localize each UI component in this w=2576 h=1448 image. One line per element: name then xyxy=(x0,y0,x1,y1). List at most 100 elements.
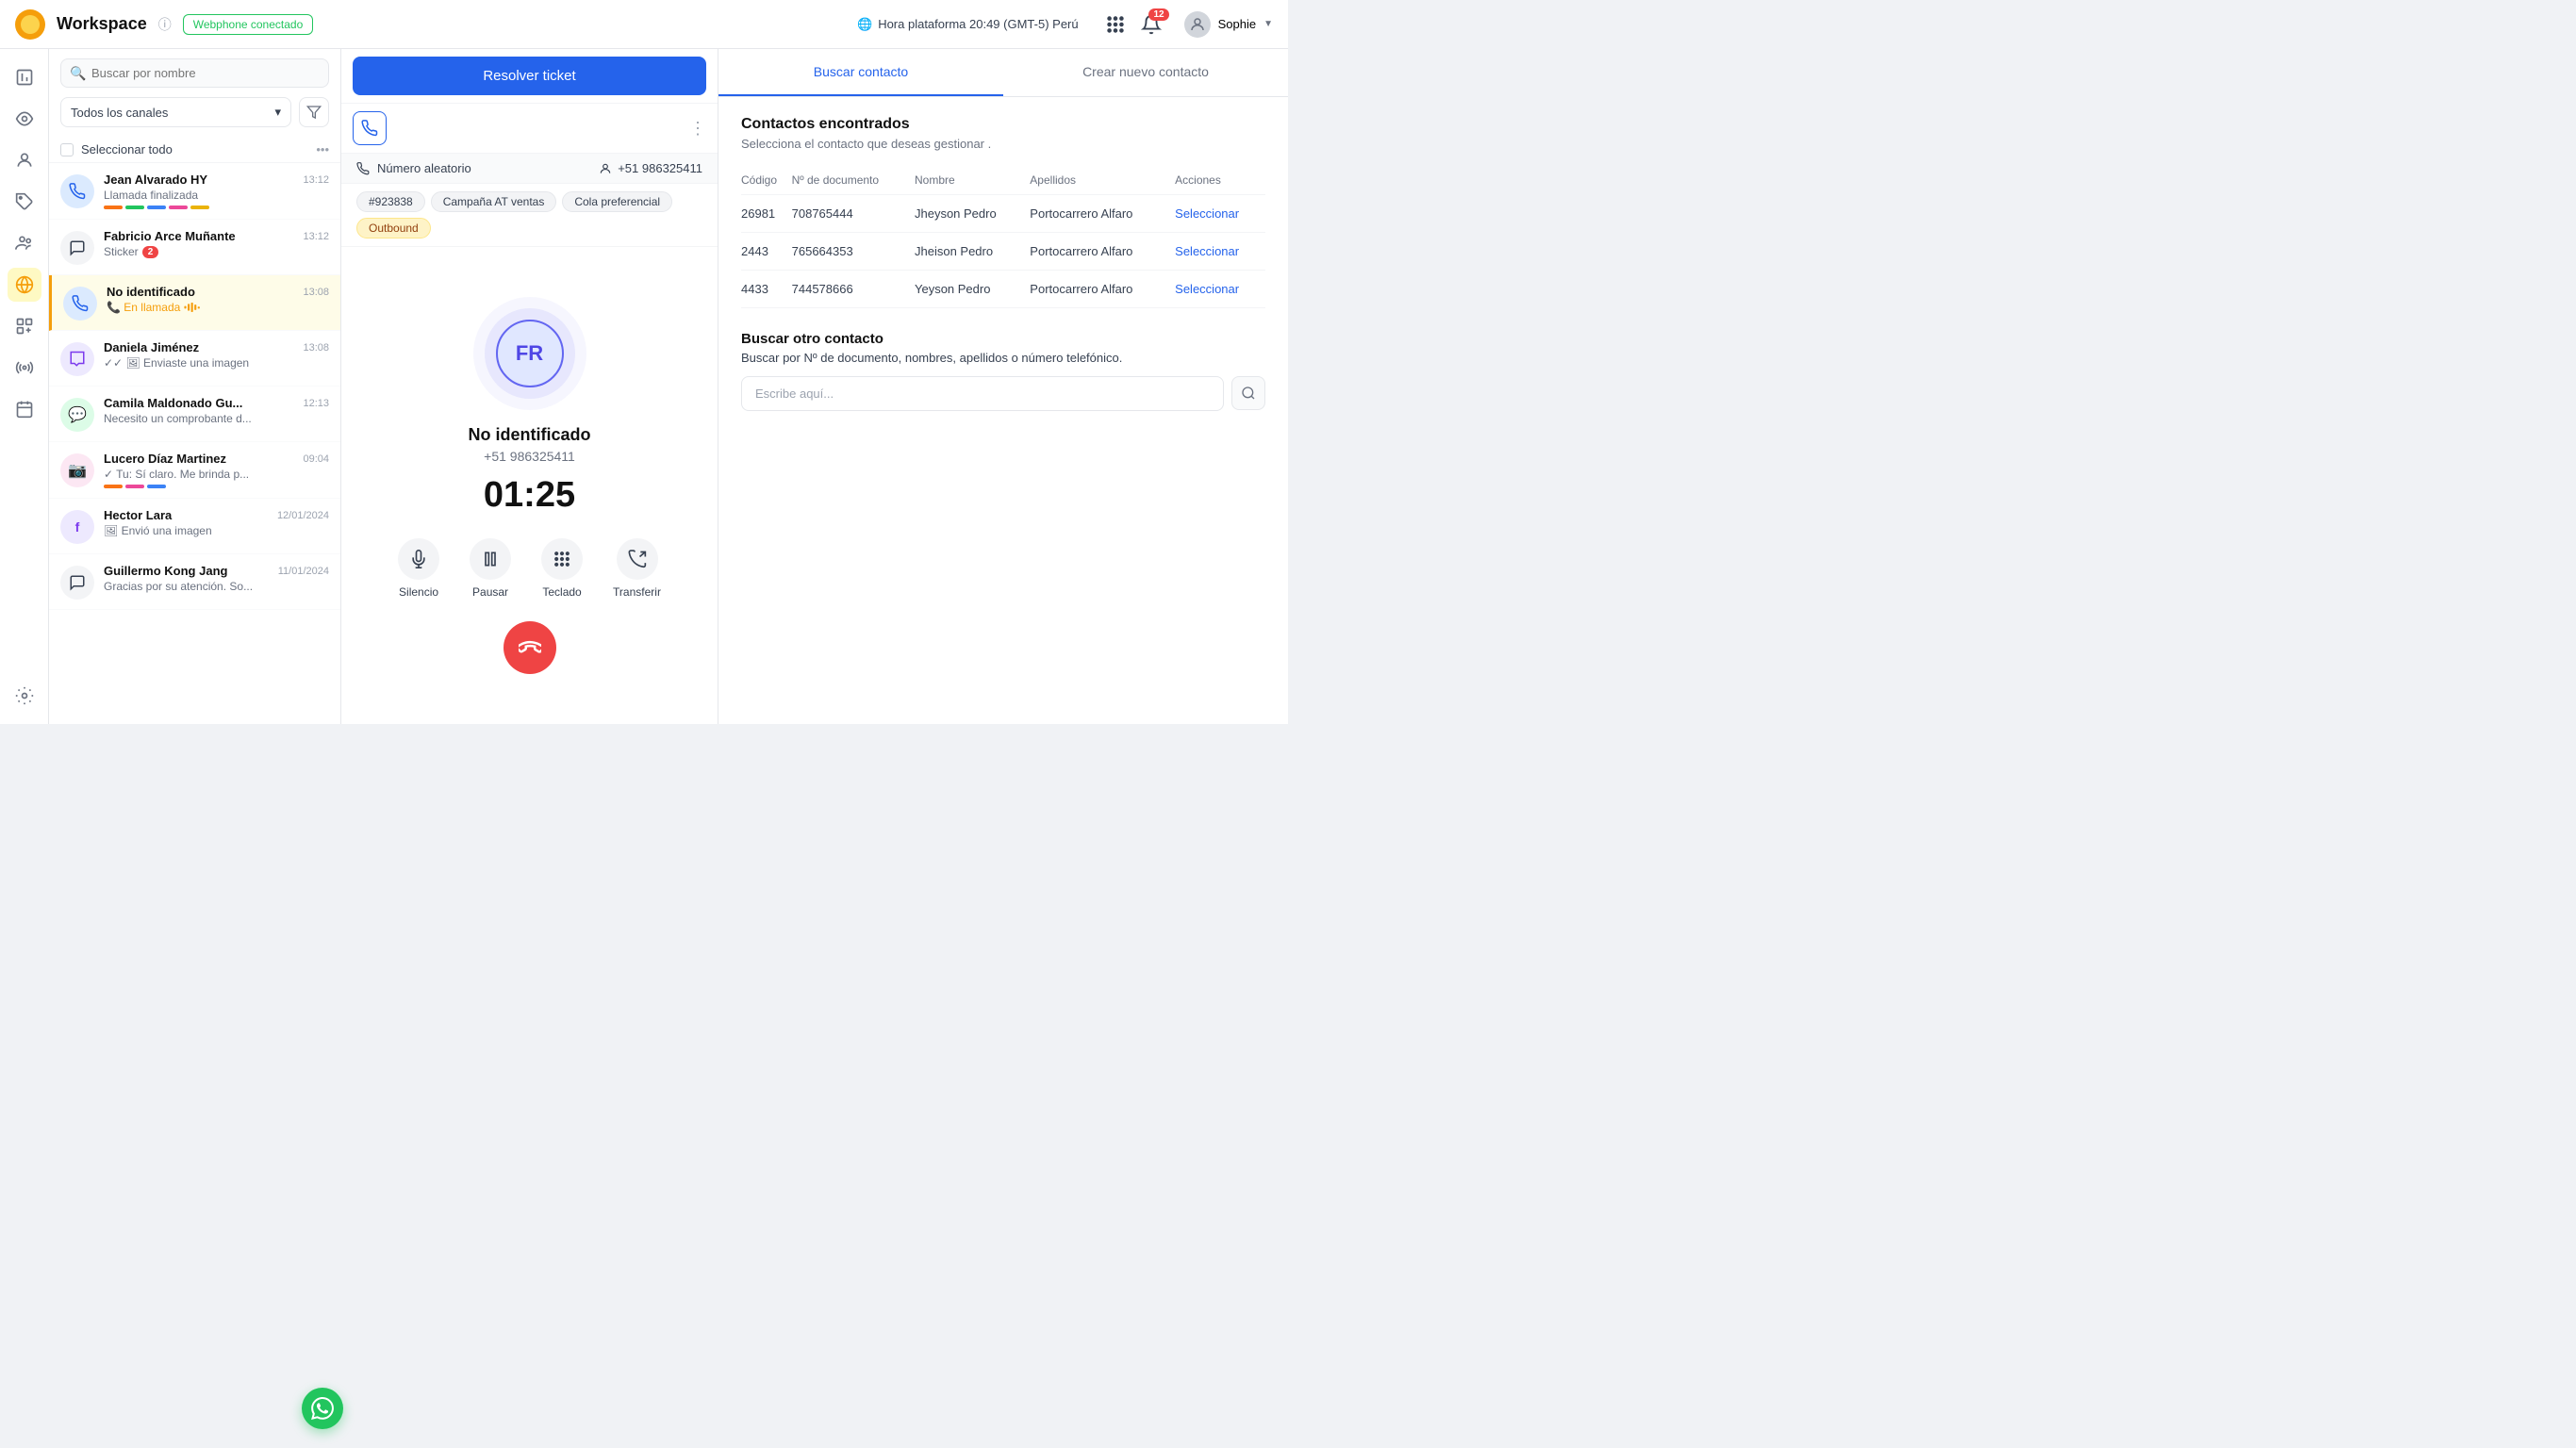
caller-number: +51 986325411 xyxy=(484,449,575,464)
dialpad-button[interactable] xyxy=(1105,14,1126,35)
avatar xyxy=(60,342,94,376)
contact-time: 11/01/2024 xyxy=(278,566,329,577)
sidebar-item-tags[interactable] xyxy=(8,185,41,219)
tab-create-contact[interactable]: Crear nuevo contacto xyxy=(1003,49,1288,96)
table-row: 2443 765664353 Jheison Pedro Portocarrer… xyxy=(741,233,1265,271)
contacts-found-title: Contactos encontrados xyxy=(741,116,1265,133)
call-main: FR No identificado +51 986325411 01:25 S… xyxy=(341,247,718,724)
right-content: Contactos encontrados Selecciona el cont… xyxy=(718,97,1288,724)
list-item[interactable]: Guillermo Kong Jang 11/01/2024 Gracias p… xyxy=(49,554,340,610)
select-contact-button[interactable]: Seleccionar xyxy=(1175,206,1239,221)
select-contact-button[interactable]: Seleccionar xyxy=(1175,282,1239,296)
sidebar-item-view[interactable] xyxy=(8,102,41,136)
list-item[interactable]: Fabricio Arce Muñante 13:12 Sticker 2 xyxy=(49,220,340,275)
avatar xyxy=(60,231,94,265)
resolve-ticket-button[interactable]: Resolver ticket xyxy=(353,57,706,95)
mute-icon xyxy=(398,538,439,580)
list-item[interactable]: f Hector Lara 12/01/2024 🖼 Envió una ima… xyxy=(49,499,340,554)
cell-action[interactable]: Seleccionar xyxy=(1175,195,1265,233)
sidebar-item-contacts[interactable] xyxy=(8,143,41,177)
search-submit-button[interactable] xyxy=(1231,376,1265,410)
contact-time: 13:08 xyxy=(303,287,329,298)
call-phone-number: +51 986325411 xyxy=(599,161,702,175)
chevron-down-icon: ▾ xyxy=(274,105,281,120)
phone-call-button[interactable] xyxy=(353,111,387,145)
list-item[interactable]: Jean Alvarado HY 13:12 Llamada finalizad… xyxy=(49,163,340,220)
right-panel-tabs: Buscar contacto Crear nuevo contacto xyxy=(718,49,1288,97)
col-header-surnames: Apellidos xyxy=(1030,166,1175,195)
channel-filter-select[interactable]: Todos los canales ▾ xyxy=(60,97,291,127)
tab-search-contact[interactable]: Buscar contacto xyxy=(718,49,1003,96)
pause-label: Pausar xyxy=(472,585,508,599)
contact-time: 13:12 xyxy=(303,174,329,186)
table-row: 26981 708765444 Jheyson Pedro Portocarre… xyxy=(741,195,1265,233)
contact-name: No identificado xyxy=(107,285,195,299)
call-tag-id: #923838 xyxy=(356,191,425,212)
pause-button[interactable]: Pausar xyxy=(470,538,511,599)
topbar: Workspace ⓘ Webphone conectado 🌐 Hora pl… xyxy=(0,0,1288,49)
col-header-name: Nombre xyxy=(915,166,1030,195)
contact-name: Fabricio Arce Muñante xyxy=(104,229,236,243)
cell-action[interactable]: Seleccionar xyxy=(1175,233,1265,271)
sidebar-item-workspace[interactable] xyxy=(8,268,41,302)
list-item[interactable]: No identificado 13:08 📞 En llamada xyxy=(49,275,340,331)
call-timer: 01:25 xyxy=(484,475,575,516)
avatar: 📷 xyxy=(60,453,94,487)
call-panel-header: Resolver ticket xyxy=(341,49,718,104)
search-other-input[interactable] xyxy=(741,376,1224,411)
call-actions: Silencio Pausar xyxy=(398,538,661,599)
avatar xyxy=(63,287,97,321)
col-header-document: Nº de documento xyxy=(792,166,915,195)
pause-icon xyxy=(470,538,511,580)
sidebar-item-teams[interactable] xyxy=(8,226,41,260)
caller-initials: FR xyxy=(496,320,564,387)
contact-preview: ✓ Tu: Sí claro. Me brinda p... xyxy=(104,468,329,481)
more-options-icon[interactable]: ••• xyxy=(316,142,329,156)
sidebar-item-calendar[interactable] xyxy=(8,392,41,426)
contact-list-panel: 🔍 Todos los canales ▾ Seleccionar todo •… xyxy=(49,49,341,724)
user-name: Sophie xyxy=(1218,17,1256,31)
transfer-button[interactable]: Transferir xyxy=(613,538,661,599)
whatsapp-float-button[interactable] xyxy=(302,1388,343,1429)
notification-count: 12 xyxy=(1148,8,1168,21)
cell-document: 744578666 xyxy=(792,271,915,308)
logo-icon xyxy=(15,9,45,40)
contacts-table: Código Nº de documento Nombre Apellidos … xyxy=(741,166,1265,308)
list-item[interactable]: 📷 Lucero Díaz Martinez 09:04 ✓ Tu: Sí cl… xyxy=(49,442,340,499)
list-item[interactable]: Daniela Jiménez 13:08 ✓✓ 🖼 Enviaste una … xyxy=(49,331,340,387)
search-other-subtitle: Buscar por Nº de documento, nombres, ape… xyxy=(741,351,1265,365)
select-contact-button[interactable]: Seleccionar xyxy=(1175,244,1239,258)
call-tag-queue: Cola preferencial xyxy=(562,191,672,212)
cell-surnames: Portocarrero Alfaro xyxy=(1030,271,1175,308)
contact-time: 12/01/2024 xyxy=(277,510,329,521)
more-options-button[interactable]: ⋮ xyxy=(689,119,706,139)
call-toolbar: ⋮ xyxy=(341,104,718,154)
mute-button[interactable]: Silencio xyxy=(398,538,439,599)
notifications-button[interactable]: 12 xyxy=(1141,14,1162,35)
sidebar-item-analytics[interactable] xyxy=(8,60,41,94)
transfer-icon xyxy=(617,538,658,580)
info-icon[interactable]: ⓘ xyxy=(158,15,172,34)
avatar: f xyxy=(60,510,94,544)
select-all-checkbox[interactable] xyxy=(60,143,74,156)
end-call-button[interactable] xyxy=(504,621,556,674)
contact-tags xyxy=(104,485,329,488)
select-all-label: Seleccionar todo xyxy=(81,142,308,156)
dialpad-button[interactable]: Teclado xyxy=(541,538,583,599)
cell-action[interactable]: Seleccionar xyxy=(1175,271,1265,308)
sidebar-item-settings[interactable] xyxy=(8,679,41,713)
contact-time: 13:12 xyxy=(303,231,329,242)
filter-button[interactable] xyxy=(299,97,329,127)
search-input[interactable] xyxy=(60,58,329,88)
sidebar-item-radio[interactable] xyxy=(8,351,41,385)
cell-document: 708765444 xyxy=(792,195,915,233)
contact-preview: Necesito un comprobante d... xyxy=(104,412,329,425)
user-menu[interactable]: Sophie ▼ xyxy=(1184,11,1273,38)
list-item[interactable]: 💬 Camila Maldonado Gu... 12:13 Necesito … xyxy=(49,387,340,442)
main-layout: 🔍 Todos los canales ▾ Seleccionar todo •… xyxy=(0,49,1288,724)
sidebar-item-add[interactable] xyxy=(8,309,41,343)
search-input-row xyxy=(741,376,1265,411)
avatar: 💬 xyxy=(60,398,94,432)
table-row: 4433 744578666 Yeyson Pedro Portocarrero… xyxy=(741,271,1265,308)
contact-preview: 📞 En llamada xyxy=(107,301,329,314)
